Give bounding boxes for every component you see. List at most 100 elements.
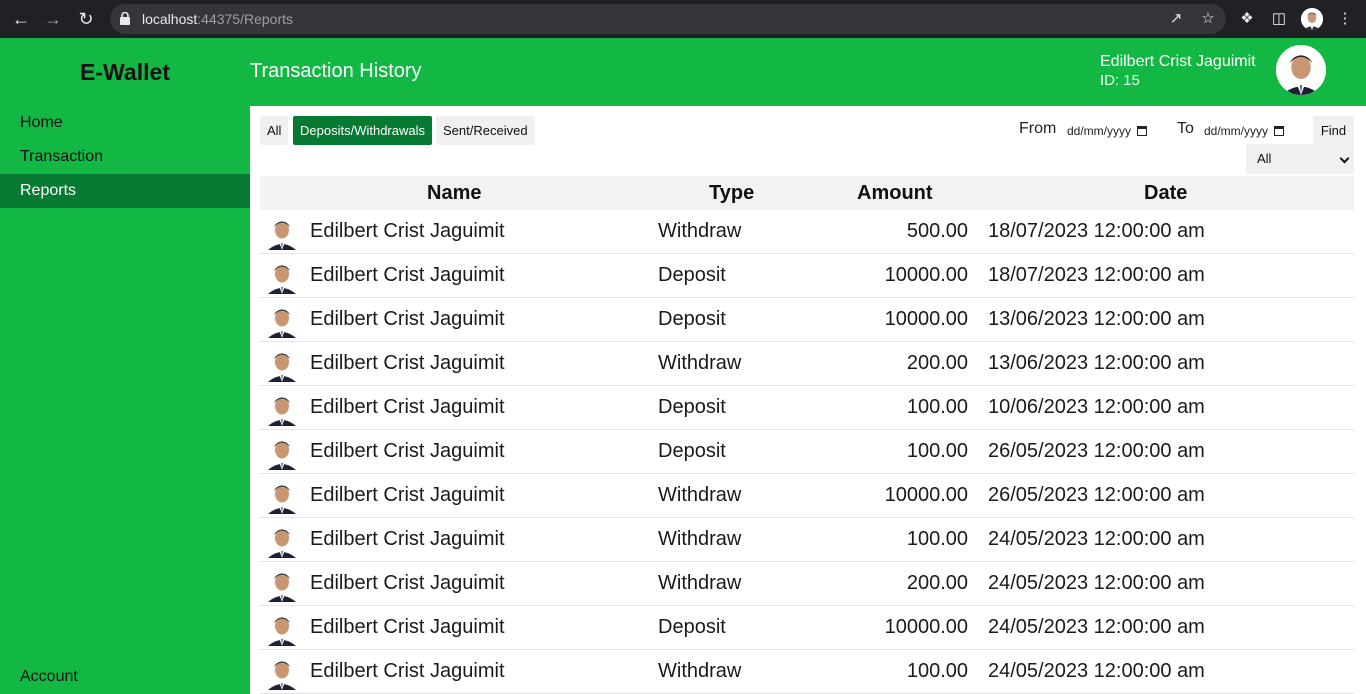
table-row[interactable]: Edilbert Crist Jaguimit Deposit 100.00 2… <box>260 430 1354 474</box>
row-amount: 10000.00 <box>884 308 968 330</box>
row-amount: 10000.00 <box>884 616 968 638</box>
url-text: localhost:44375/Reports <box>142 11 293 27</box>
sidebar: Home Transaction Reports Account <box>0 106 250 694</box>
row-name: Edilbert Crist Jaguimit <box>310 484 505 506</box>
sidebar-item-account[interactable]: Account <box>0 660 250 694</box>
row-amount: 10000.00 <box>884 484 968 506</box>
row-avatar <box>264 258 300 294</box>
row-date: 26/05/2023 12:00:00 am <box>988 440 1205 462</box>
reload-icon[interactable]: ↻ <box>75 8 97 30</box>
row-type: Deposit <box>658 616 726 638</box>
filter-sent-received-button[interactable]: Sent/Received <box>436 116 535 145</box>
row-name: Edilbert Crist Jaguimit <box>310 308 505 330</box>
row-avatar <box>264 478 300 514</box>
row-type: Deposit <box>658 264 726 286</box>
address-bar[interactable]: localhost:44375/Reports <box>110 4 1226 34</box>
table-row[interactable]: Edilbert Crist Jaguimit Withdraw 10000.0… <box>260 474 1354 518</box>
row-date: 26/05/2023 12:00:00 am <box>988 484 1205 506</box>
bookmark-star-icon[interactable]: ☆ <box>1197 8 1219 30</box>
row-type: Withdraw <box>658 220 742 242</box>
row-type: Deposit <box>658 396 726 418</box>
table-row[interactable]: Edilbert Crist Jaguimit Deposit 10000.00… <box>260 254 1354 298</box>
row-amount: 200.00 <box>906 572 968 594</box>
row-avatar <box>264 566 300 602</box>
column-header-amount[interactable]: Amount <box>857 182 933 205</box>
sidebar-item-transaction[interactable]: Transaction <box>0 140 250 174</box>
row-name: Edilbert Crist Jaguimit <box>310 352 505 374</box>
brand-logo-text: E-Wallet <box>80 59 170 85</box>
table-row[interactable]: Edilbert Crist Jaguimit Withdraw 100.00 … <box>260 518 1354 562</box>
type-select[interactable]: All <box>1246 144 1354 174</box>
chevron-down-icon <box>1339 153 1350 164</box>
row-avatar <box>264 610 300 646</box>
filter-deposits-withdrawals-button[interactable]: Deposits/Withdrawals <box>293 116 432 145</box>
row-avatar <box>264 434 300 470</box>
row-amount: 100.00 <box>906 440 968 462</box>
row-name: Edilbert Crist Jaguimit <box>310 220 505 242</box>
table-row[interactable]: Edilbert Crist Jaguimit Withdraw 200.00 … <box>260 342 1354 386</box>
row-amount: 10000.00 <box>884 264 968 286</box>
table-row[interactable]: Edilbert Crist Jaguimit Withdraw 200.00 … <box>260 562 1354 606</box>
row-avatar <box>264 302 300 338</box>
table-row[interactable]: Edilbert Crist Jaguimit Deposit 10000.00… <box>260 606 1354 650</box>
row-name: Edilbert Crist Jaguimit <box>310 440 505 462</box>
column-header-name[interactable]: Name <box>427 182 481 205</box>
sidebar-item-home[interactable]: Home <box>0 106 250 140</box>
column-header-type[interactable]: Type <box>709 182 754 205</box>
row-date: 13/06/2023 12:00:00 am <box>988 352 1205 374</box>
row-avatar <box>264 346 300 382</box>
forward-arrow-icon[interactable]: → <box>42 8 64 30</box>
app-header: E-Wallet Transaction History Edilbert Cr… <box>0 38 1366 106</box>
row-date: 10/06/2023 12:00:00 am <box>988 396 1205 418</box>
extensions-puzzle-icon[interactable]: ❖ <box>1236 8 1258 30</box>
to-date-input[interactable]: dd/mm/yyyy <box>1204 122 1285 140</box>
row-avatar <box>264 214 300 250</box>
calendar-icon[interactable] <box>1137 126 1148 136</box>
row-name: Edilbert Crist Jaguimit <box>310 616 505 638</box>
column-header-date[interactable]: Date <box>1144 182 1187 205</box>
table-row[interactable]: Edilbert Crist Jaguimit Withdraw 100.00 … <box>260 650 1354 694</box>
table-row[interactable]: Edilbert Crist Jaguimit Deposit 100.00 1… <box>260 386 1354 430</box>
from-label: From <box>1019 120 1057 137</box>
browser-toolbar: ← → ↻ localhost:44375/Reports ↗ ☆ ❖ ◫ ⋮ <box>0 0 1366 38</box>
from-date-input[interactable]: dd/mm/yyyy <box>1067 122 1148 140</box>
row-name: Edilbert Crist Jaguimit <box>310 528 505 550</box>
row-type: Deposit <box>658 440 726 462</box>
table-row[interactable]: Edilbert Crist Jaguimit Withdraw 500.00 … <box>260 210 1354 254</box>
row-type: Withdraw <box>658 660 742 682</box>
row-date: 24/05/2023 12:00:00 am <box>988 616 1205 638</box>
row-type: Withdraw <box>658 572 742 594</box>
table-row[interactable]: Edilbert Crist Jaguimit Deposit 10000.00… <box>260 298 1354 342</box>
user-name: Edilbert Crist Jaguimit <box>1100 53 1256 70</box>
row-date: 18/07/2023 12:00:00 am <box>988 264 1205 286</box>
find-button[interactable]: Find <box>1313 116 1354 145</box>
more-options-icon[interactable]: ⋮ <box>1334 8 1356 30</box>
lock-icon <box>120 12 130 25</box>
row-date: 24/05/2023 12:00:00 am <box>988 528 1205 550</box>
browser-profile-avatar[interactable] <box>1301 8 1323 30</box>
side-panel-icon[interactable]: ◫ <box>1268 8 1290 30</box>
row-type: Deposit <box>658 308 726 330</box>
sidebar-item-reports[interactable]: Reports <box>0 174 250 208</box>
row-avatar <box>264 522 300 558</box>
back-arrow-icon[interactable]: ← <box>10 8 32 30</box>
user-avatar[interactable] <box>1276 45 1326 95</box>
row-name: Edilbert Crist Jaguimit <box>310 660 505 682</box>
row-date: 18/07/2023 12:00:00 am <box>988 220 1205 242</box>
filter-all-button[interactable]: All <box>260 116 289 145</box>
to-label: To <box>1177 120 1194 137</box>
row-type: Withdraw <box>658 352 742 374</box>
row-date: 24/05/2023 12:00:00 am <box>988 572 1205 594</box>
row-amount: 200.00 <box>906 352 968 374</box>
row-name: Edilbert Crist Jaguimit <box>310 572 505 594</box>
row-name: Edilbert Crist Jaguimit <box>310 396 505 418</box>
row-name: Edilbert Crist Jaguimit <box>310 264 505 286</box>
row-amount: 100.00 <box>906 660 968 682</box>
row-avatar <box>264 654 300 690</box>
share-icon[interactable]: ↗ <box>1165 8 1187 30</box>
row-type: Withdraw <box>658 528 742 550</box>
row-amount: 500.00 <box>906 220 968 242</box>
user-id: ID: 15 <box>1100 72 1140 89</box>
row-date: 13/06/2023 12:00:00 am <box>988 308 1205 330</box>
calendar-icon[interactable] <box>1274 126 1285 136</box>
